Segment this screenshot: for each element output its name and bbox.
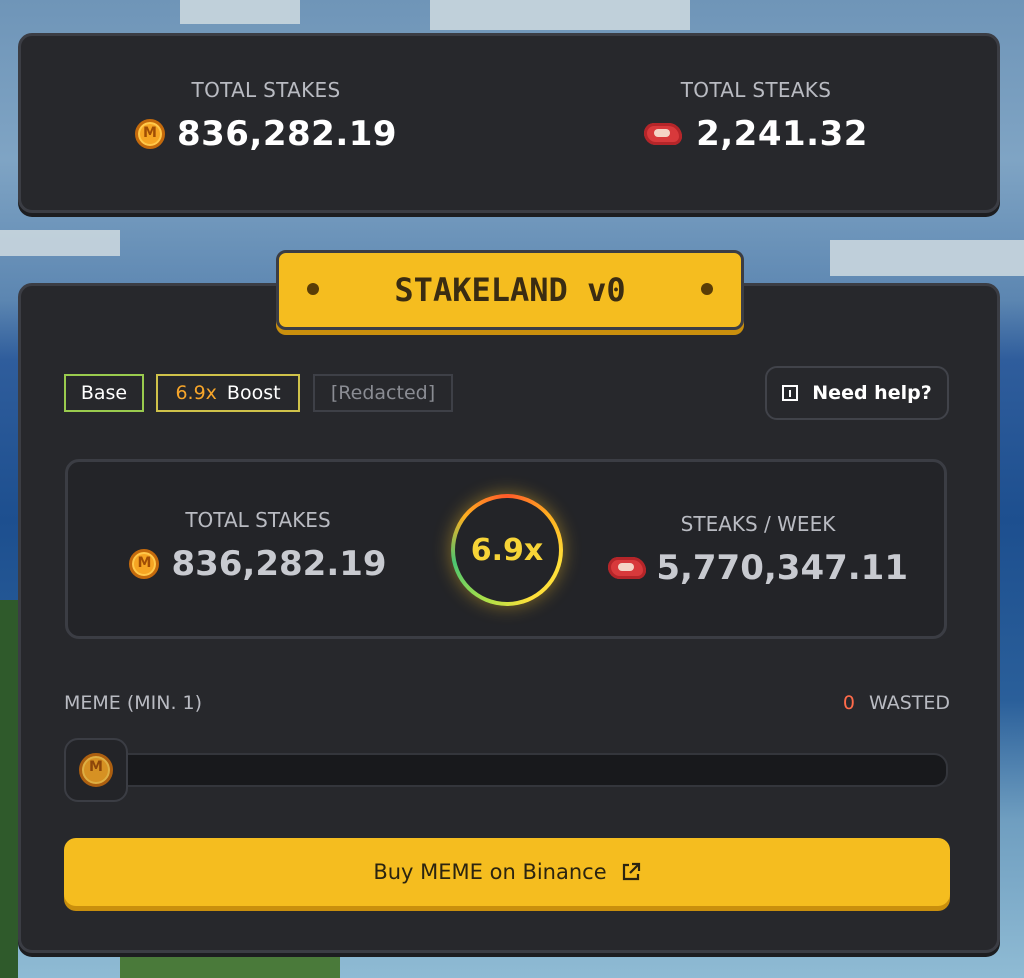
app-title-badge: STAKELAND v0 [276, 250, 744, 330]
inner-total-stakes-label: TOTAL STAKES [185, 508, 331, 532]
need-help-button[interactable]: Need help? [765, 366, 949, 420]
chip-base-label: Base [80, 382, 128, 404]
inner-total-stakes-stat: TOTAL STAKES 836,282.19 [118, 508, 398, 584]
boost-chip-multiplier: 6.9x [175, 382, 217, 404]
need-help-label: Need help? [812, 382, 932, 404]
boost-chip-label: Boost [226, 382, 281, 404]
meme-coin-icon [134, 119, 165, 149]
app-title: STAKELAND v0 [394, 271, 626, 309]
badge-rivet [307, 283, 319, 295]
meme-amount-label: MEME (MIN. 1) [64, 692, 203, 714]
total-stakes-value: 836,282.19 [176, 114, 398, 154]
total-steaks-value: 2,241.32 [696, 114, 868, 154]
background-cloud [430, 0, 690, 30]
meme-coin-icon [129, 549, 160, 579]
background-island [120, 950, 340, 978]
wasted-count: 0 [842, 692, 855, 714]
total-stakes-label: TOTAL STAKES [191, 78, 341, 102]
badge-rivet [701, 283, 713, 295]
steak-icon [608, 555, 647, 581]
inner-total-stakes-value: 836,282.19 [171, 544, 387, 584]
steaks-per-week-stat: STEAKS / WEEK 5,770,347.11 [608, 512, 908, 588]
redacted-chip[interactable]: [Redacted] [313, 374, 453, 412]
boost-multiplier-value: 6.9x [455, 498, 559, 602]
network-chip-base[interactable]: Base [64, 374, 144, 412]
total-steaks-label: TOTAL STEAKS [680, 78, 832, 102]
redacted-chip-label: [Redacted] [330, 382, 436, 404]
steak-icon [644, 121, 684, 147]
buy-meme-button[interactable]: Buy MEME on Binance [64, 838, 950, 906]
background-island [0, 600, 18, 978]
meme-coin-icon [79, 753, 113, 787]
meme-amount-slider-handle[interactable] [64, 738, 128, 802]
total-steaks-stat: TOTAL STEAKS 2,241.32 [591, 78, 921, 154]
buy-meme-label: Buy MEME on Binance [373, 860, 607, 884]
info-icon [782, 385, 799, 401]
wasted-indicator: 0 WASTED [843, 692, 950, 714]
total-stakes-stat: TOTAL STAKES 836,282.19 [101, 78, 431, 154]
meme-amount-slider-track[interactable] [96, 753, 948, 787]
steaks-per-week-value: 5,770,347.11 [656, 548, 908, 588]
boost-chip[interactable]: 6.9x Boost [156, 374, 300, 412]
total-stats-panel: TOTAL STAKES 836,282.19 TOTAL STEAKS 2,2… [18, 33, 1000, 213]
steaks-per-week-label: STEAKS / WEEK [680, 512, 836, 536]
background-cloud [830, 240, 1024, 276]
background-cloud [180, 0, 300, 24]
external-link-icon [621, 862, 641, 882]
wasted-label: WASTED [868, 692, 950, 714]
background-cloud [0, 230, 120, 256]
boost-multiplier-ring: 6.9x [451, 494, 563, 606]
